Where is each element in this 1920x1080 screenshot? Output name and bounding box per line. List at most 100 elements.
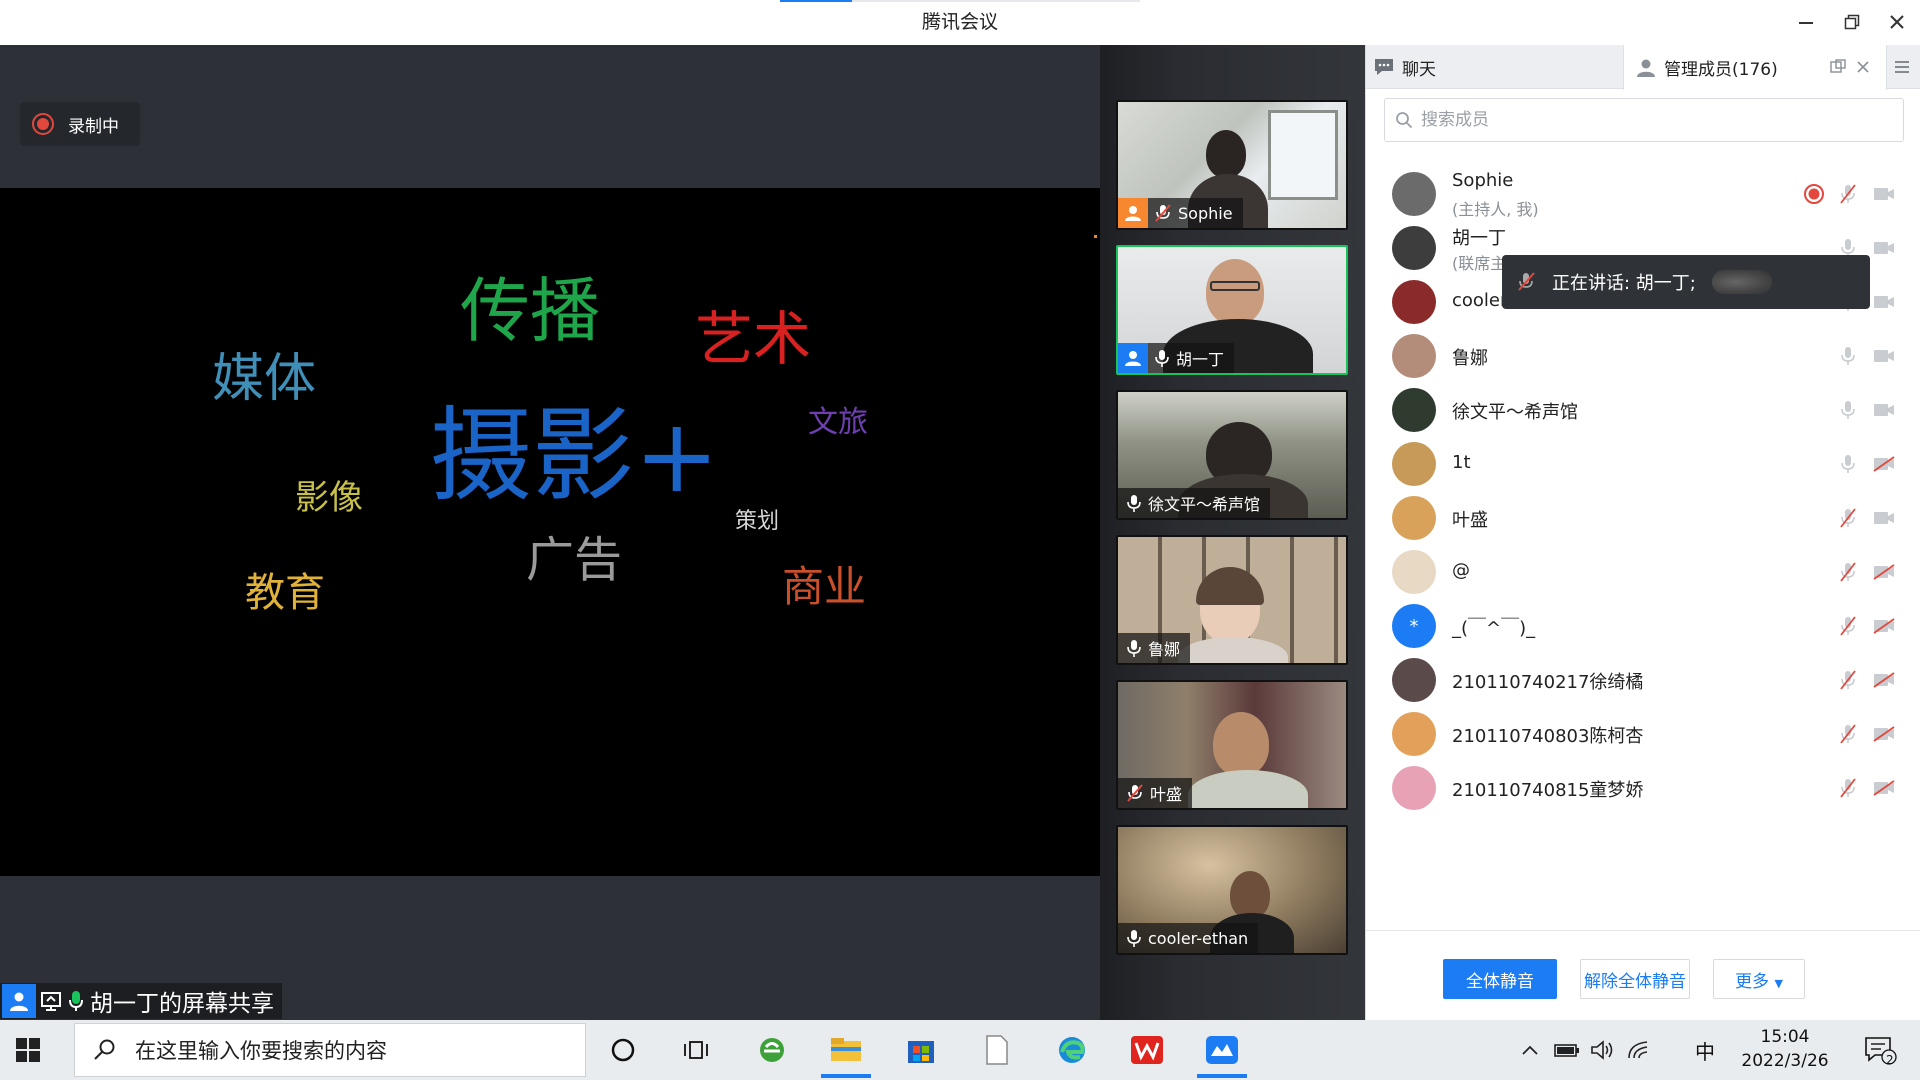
slide-word: 影像 bbox=[295, 478, 363, 518]
mic-icon[interactable] bbox=[1836, 398, 1860, 422]
minimize-button[interactable] bbox=[1791, 8, 1821, 36]
mute-all-button[interactable]: 全体静音 bbox=[1443, 959, 1557, 999]
mic-muted-icon bbox=[1126, 783, 1144, 803]
pop-out-icon[interactable] bbox=[1829, 58, 1847, 76]
camera-icon[interactable] bbox=[1872, 236, 1896, 260]
taskbar-app-notepad[interactable] bbox=[968, 1026, 1026, 1074]
video-tile[interactable]: 鲁娜 bbox=[1116, 535, 1348, 665]
member-search-input[interactable] bbox=[1421, 110, 1881, 130]
member-name: 210110740217徐绮橘 bbox=[1452, 672, 1644, 693]
camera-off-icon[interactable] bbox=[1872, 776, 1896, 800]
screen-share-owner: 胡一丁的屏幕共享 bbox=[90, 991, 274, 1017]
camera-off-icon[interactable] bbox=[1872, 452, 1896, 476]
camera-icon[interactable] bbox=[1872, 290, 1896, 314]
camera-off-icon[interactable] bbox=[1872, 722, 1896, 746]
mic-muted-icon[interactable] bbox=[1836, 776, 1860, 800]
person-silhouette bbox=[1206, 259, 1264, 325]
network-status[interactable] bbox=[1624, 1020, 1654, 1080]
file-explorer-icon bbox=[831, 1038, 861, 1061]
avatar bbox=[1392, 280, 1436, 324]
taskbar-app-wps[interactable] bbox=[1118, 1026, 1176, 1074]
video-tile[interactable]: 徐文平～希声馆 bbox=[1116, 390, 1348, 520]
tab-members-label: 管理成员(176) bbox=[1664, 60, 1778, 80]
windows-start-button[interactable] bbox=[12, 1034, 44, 1066]
screen-share-label: 胡一丁的屏幕共享 bbox=[0, 983, 282, 1019]
avatar bbox=[1392, 658, 1436, 702]
mic-muted-icon[interactable] bbox=[1836, 722, 1860, 746]
recording-icon bbox=[32, 113, 54, 135]
shared-screen: 传播 艺术 媒体 摄影+ 文旅 影像 策划 广告 教育 商业 bbox=[0, 188, 1100, 876]
battery-icon bbox=[1554, 1044, 1579, 1057]
tab-members[interactable]: 管理成员(176) bbox=[1623, 45, 1887, 90]
taskbar-clock[interactable]: 15:04 2022/3/26 bbox=[1730, 1025, 1840, 1073]
taskbar-app-edge[interactable] bbox=[1043, 1026, 1101, 1074]
volume-control[interactable] bbox=[1588, 1020, 1618, 1080]
tab-chat[interactable]: 聊天 bbox=[1366, 45, 1623, 89]
cortana-button[interactable] bbox=[594, 1026, 652, 1074]
camera-icon[interactable] bbox=[1872, 506, 1896, 530]
side-panel: 聊天 管理成员(176) Sophie(主持人, 我)胡一丁(联席主持人)coo… bbox=[1365, 45, 1920, 1020]
mic-muted-icon[interactable] bbox=[1836, 560, 1860, 584]
tile-name: 胡一丁 bbox=[1176, 350, 1225, 369]
mic-icon bbox=[1126, 638, 1142, 658]
close-icon[interactable] bbox=[1854, 58, 1872, 76]
menu-icon[interactable] bbox=[1892, 58, 1912, 76]
camera-off-icon[interactable] bbox=[1872, 668, 1896, 692]
tile-nameplate: Sophie bbox=[1118, 198, 1243, 228]
close-button[interactable] bbox=[1882, 8, 1912, 36]
clock-date: 2022/3/26 bbox=[1741, 1051, 1829, 1071]
recording-badge[interactable]: 录制中 bbox=[20, 102, 140, 146]
recording-label: 录制中 bbox=[68, 116, 119, 137]
camera-icon[interactable] bbox=[1872, 344, 1896, 368]
members-icon bbox=[1636, 58, 1656, 78]
mic-icon[interactable] bbox=[1836, 452, 1860, 476]
speaker-avatar-blur bbox=[1711, 270, 1772, 294]
battery-status[interactable] bbox=[1552, 1020, 1582, 1080]
taskbar-search[interactable]: 在这里输入你要搜索的内容 bbox=[74, 1023, 586, 1077]
tile-name: 鲁娜 bbox=[1148, 640, 1181, 659]
video-tile[interactable]: 胡一丁 bbox=[1116, 245, 1348, 375]
camera-icon[interactable] bbox=[1872, 182, 1896, 206]
unmute-all-button[interactable]: 解除全体静音 bbox=[1580, 959, 1690, 999]
camera-off-icon[interactable] bbox=[1872, 560, 1896, 584]
mic-muted-icon[interactable] bbox=[1836, 614, 1860, 638]
member-row[interactable]: 210110740815童梦娇 bbox=[1366, 754, 1920, 820]
taskbar-search-placeholder: 在这里输入你要搜索的内容 bbox=[135, 1039, 387, 1063]
mic-muted-icon[interactable] bbox=[1836, 668, 1860, 692]
tile-nameplate: 叶盛 bbox=[1118, 778, 1193, 808]
taskbar-app-ie[interactable] bbox=[743, 1026, 801, 1074]
video-tile[interactable]: cooler-ethan bbox=[1116, 825, 1348, 955]
panel-tabs: 聊天 管理成员(176) bbox=[1366, 45, 1920, 90]
action-center-button[interactable]: 2 bbox=[1860, 1020, 1900, 1080]
member-name: 叶盛 bbox=[1452, 510, 1488, 531]
taskbar-app-tencent-meeting[interactable] bbox=[1193, 1026, 1251, 1078]
avatar bbox=[1392, 442, 1436, 486]
slide-word: 教育 bbox=[245, 570, 325, 616]
video-tile[interactable]: Sophie bbox=[1116, 100, 1348, 230]
ime-indicator[interactable]: 中 bbox=[1688, 1020, 1722, 1080]
edge-browser-icon bbox=[1059, 1037, 1085, 1063]
camera-icon[interactable] bbox=[1872, 398, 1896, 422]
mic-muted-icon[interactable] bbox=[1836, 506, 1860, 530]
member-search[interactable] bbox=[1384, 98, 1904, 142]
mic-icon bbox=[1126, 493, 1142, 513]
panel-footer: 全体静音 解除全体静音 更多 ▼ bbox=[1366, 930, 1920, 1020]
more-label: 更多 bbox=[1735, 971, 1770, 992]
mic-icon bbox=[1154, 348, 1170, 368]
tile-name: Sophie bbox=[1178, 203, 1233, 223]
host-icon bbox=[1118, 343, 1148, 373]
tile-nameplate: 胡一丁 bbox=[1118, 343, 1235, 373]
video-tile[interactable]: 叶盛 bbox=[1116, 680, 1348, 810]
mic-muted-icon[interactable] bbox=[1836, 182, 1860, 206]
taskbar-app-explorer[interactable] bbox=[817, 1026, 875, 1078]
mic-icon[interactable] bbox=[1836, 344, 1860, 368]
avatar bbox=[1392, 550, 1436, 594]
tray-overflow-button[interactable] bbox=[1516, 1020, 1544, 1080]
host-icon bbox=[2, 984, 36, 1018]
more-button[interactable]: 更多 ▼ bbox=[1713, 959, 1805, 999]
restore-button[interactable] bbox=[1837, 8, 1867, 36]
camera-off-icon[interactable] bbox=[1872, 614, 1896, 638]
task-view-button[interactable] bbox=[667, 1026, 725, 1074]
taskbar-app-store[interactable] bbox=[892, 1026, 950, 1074]
glasses bbox=[1210, 281, 1260, 291]
